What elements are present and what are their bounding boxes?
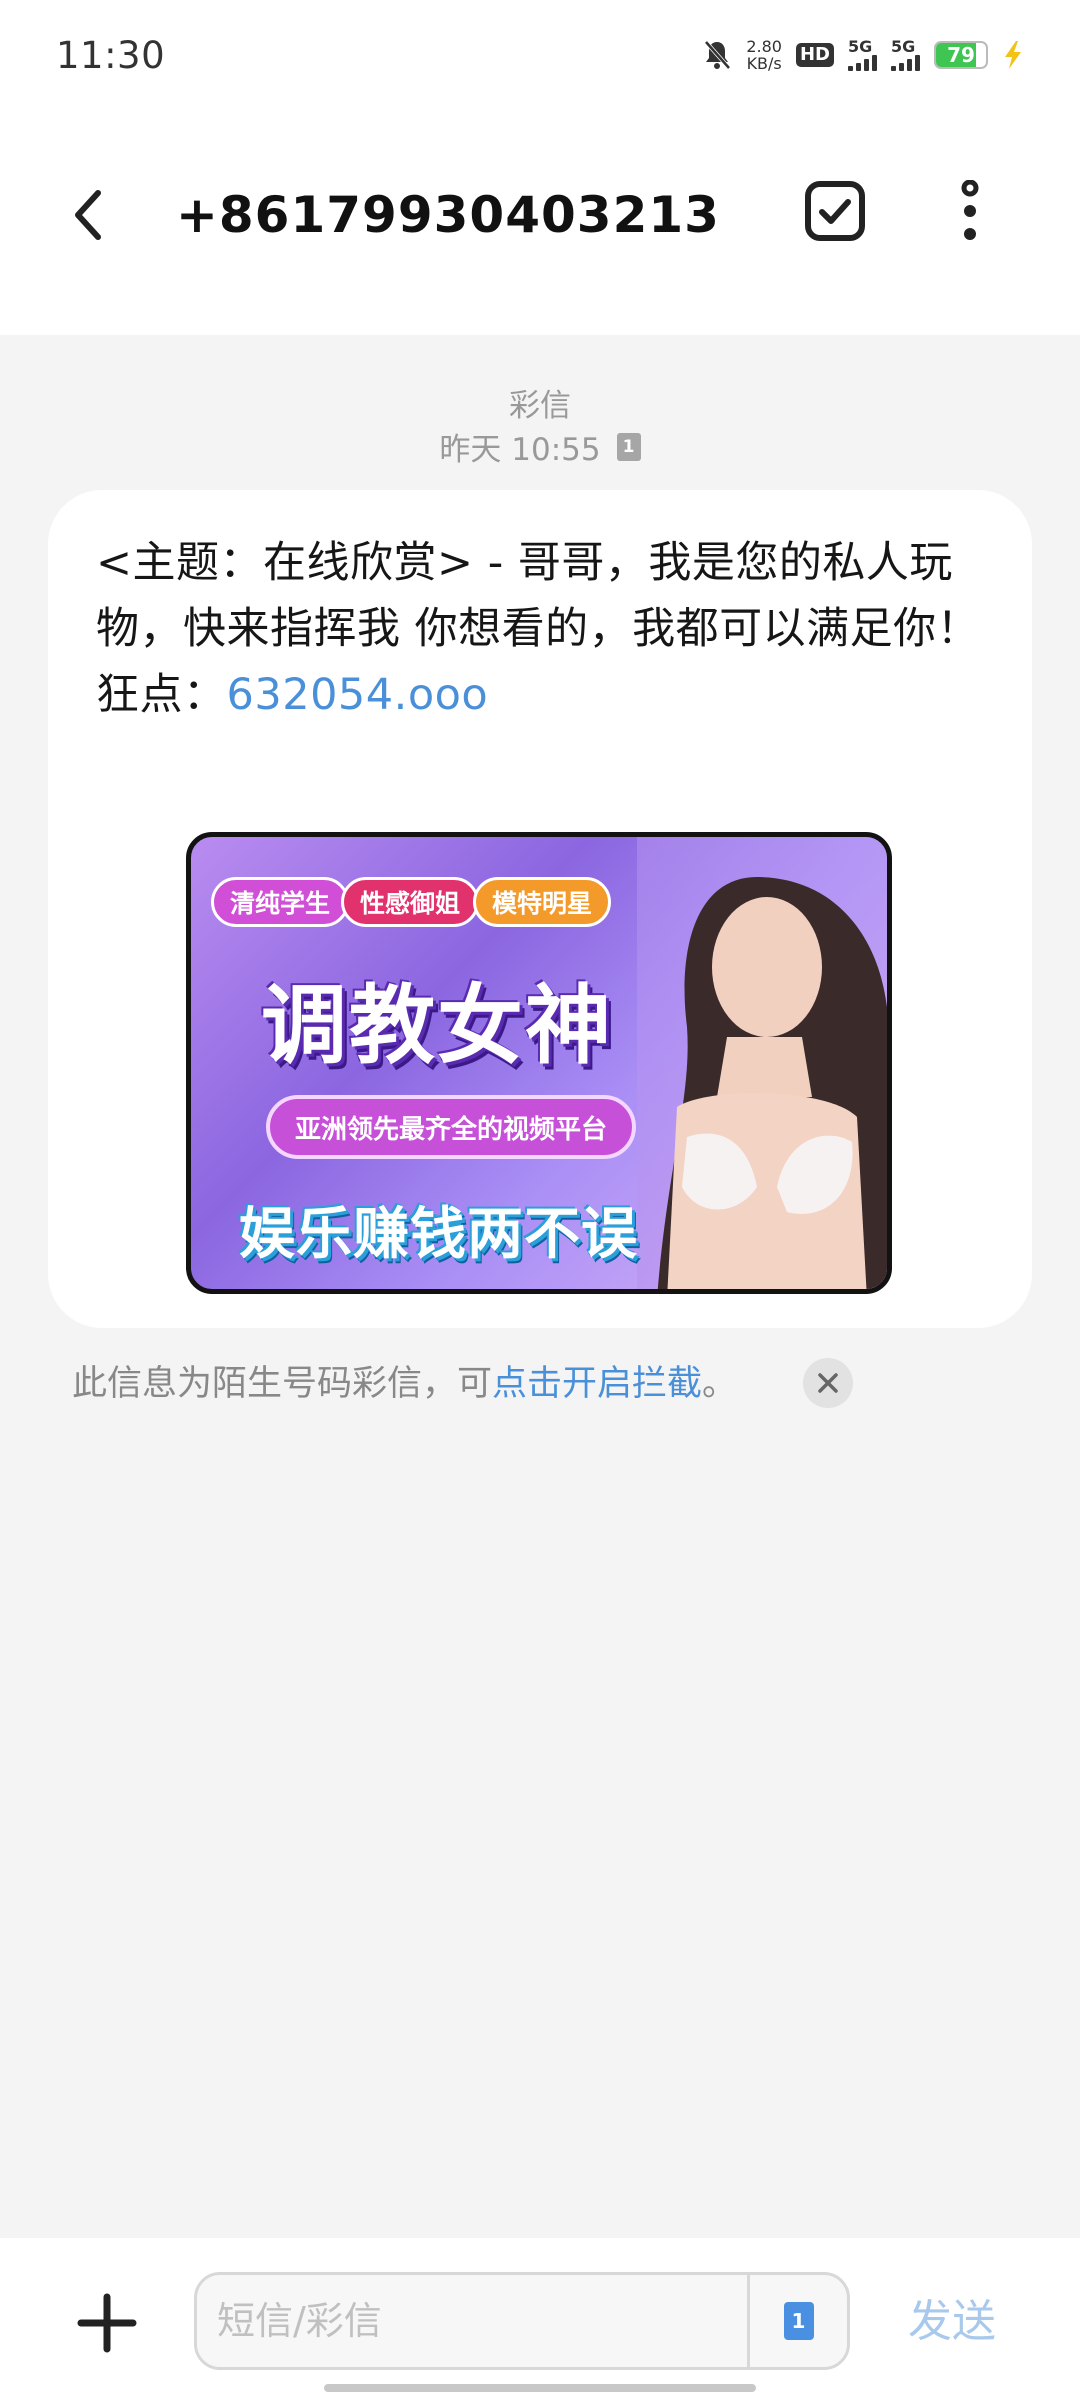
promo-tag: 清纯学生	[211, 877, 350, 927]
back-button[interactable]	[58, 180, 118, 250]
net-speed-value: 2.80	[746, 37, 782, 56]
mms-image[interactable]: 清纯学生 性感御姐 模特明星 调教女神 亚洲领先最齐全的视频平台 娱乐赚钱两不误	[186, 832, 892, 1294]
select-check-icon	[805, 181, 865, 241]
status-bar: 11:30 2.80 KB/s HD 5G 5G 79	[0, 0, 1080, 110]
more-options-button[interactable]	[940, 176, 1000, 246]
spam-notice: 此信息为陌生号码彩信，可点击开启拦截。	[72, 1356, 737, 1412]
message-input[interactable]	[197, 2275, 747, 2367]
notice-text: 此信息为陌生号码彩信，可	[72, 1364, 493, 1404]
charging-bolt-icon	[1002, 40, 1024, 70]
message-bubble[interactable]: <主题：在线欣赏> - 哥哥，我是您的私人玩物，快来指挥我 你想看的，我都可以满…	[48, 490, 1032, 1328]
promo-subline: 亚洲领先最齐全的视频平台	[266, 1095, 636, 1159]
composer-bar: 1 发送	[0, 2238, 1080, 2400]
message-input-box: 1	[194, 2272, 850, 2370]
sim-card-icon: 1	[616, 432, 641, 461]
add-attachment-button[interactable]	[74, 2290, 140, 2356]
promo-slogan: 娱乐赚钱两不误	[239, 1202, 638, 1267]
battery-level: 79	[947, 43, 975, 67]
status-time: 11:30	[56, 33, 166, 77]
signal-icon: 5G	[848, 39, 877, 71]
signal-icon: 5G	[891, 39, 920, 71]
status-icons: 2.80 KB/s HD 5G 5G 79	[702, 38, 1024, 72]
promo-tag: 性感御姐	[341, 877, 480, 927]
home-indicator[interactable]	[324, 2384, 756, 2392]
message-link[interactable]: 632054.ooo	[227, 670, 489, 720]
signal-2-label: 5G	[891, 37, 916, 56]
message-type-label: 彩信	[509, 388, 571, 424]
message-text[interactable]: <主题：在线欣赏> - 哥哥，我是您的私人玩物，快来指挥我 你想看的，我都可以满…	[96, 530, 996, 728]
net-speed: 2.80 KB/s	[746, 38, 782, 72]
signal-1-label: 5G	[848, 37, 873, 56]
hd-voice-icon: HD	[795, 43, 834, 67]
sim-card-icon: 1	[783, 2302, 814, 2340]
model-photo	[637, 837, 887, 1289]
conversation-header: +86179930403213	[0, 110, 1080, 335]
net-speed-unit: KB/s	[746, 54, 782, 73]
back-arrow-icon	[75, 190, 101, 240]
more-vertical-icon	[961, 180, 979, 240]
promo-headline: 调教女神	[261, 976, 613, 1076]
select-messages-button[interactable]	[800, 176, 870, 246]
message-timestamp: 昨天 10:55	[439, 432, 601, 468]
mute-bell-icon	[702, 39, 732, 71]
message-timestamp-row: 昨天 10:55 1	[0, 424, 1080, 469]
send-button[interactable]: 发送	[908, 2290, 996, 2354]
battery-icon: 79	[934, 41, 988, 69]
sim-select-button[interactable]: 1	[747, 2275, 847, 2367]
enable-block-link[interactable]: 点击开启拦截	[492, 1364, 702, 1404]
close-icon	[818, 1373, 838, 1393]
plus-icon	[77, 2293, 137, 2353]
promo-tag: 模特明星	[473, 877, 612, 927]
notice-suffix: 。	[702, 1364, 738, 1404]
contact-title: +86179930403213	[176, 186, 720, 244]
messaging-screen: 11:30 2.80 KB/s HD 5G 5G 79 +86179930403…	[0, 0, 1080, 2400]
dismiss-notice-button[interactable]	[803, 1358, 853, 1408]
